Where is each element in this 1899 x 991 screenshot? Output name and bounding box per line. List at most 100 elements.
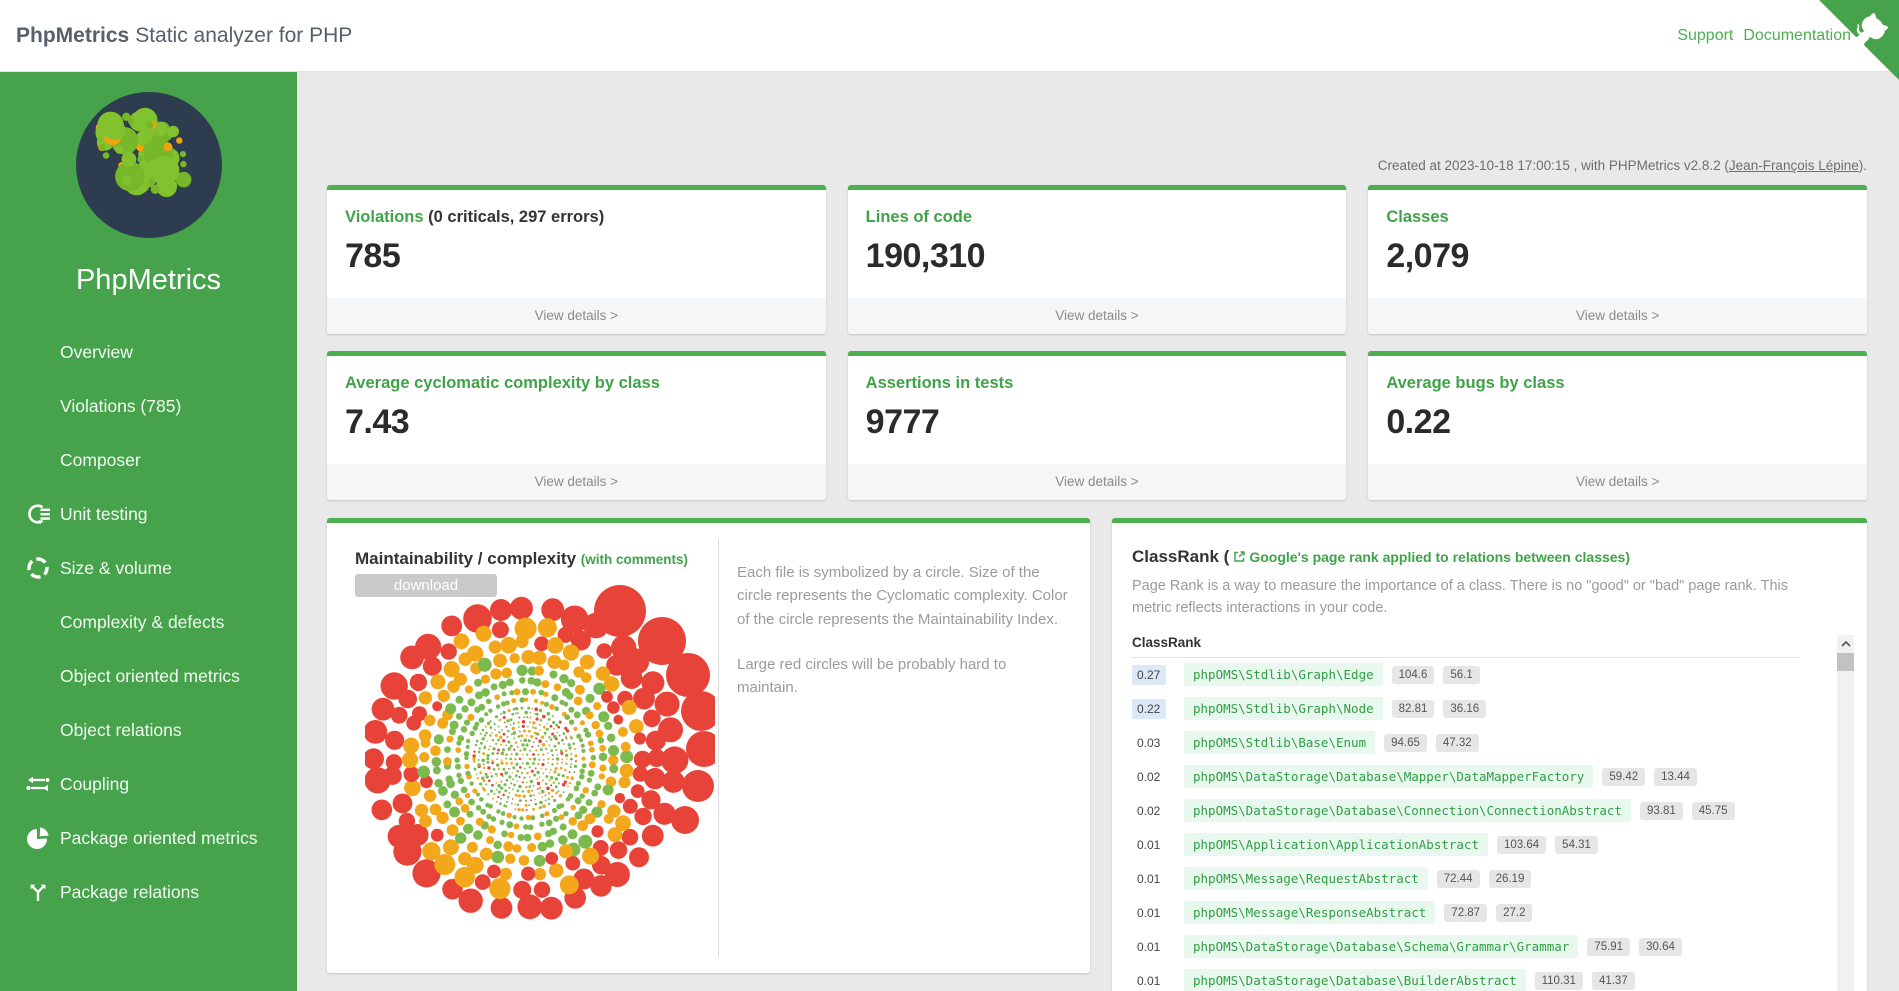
sidebar-nav-item: Coupling [0,757,297,811]
app-brand: PhpMetrics Static analyzer for PHP [16,0,352,72]
metric-badge: 72.87 [1444,904,1487,922]
table-row: 0.01phpOMS\DataStorage\Database\BuilderA… [1132,964,1799,991]
view-details-link[interactable]: View details > [1368,464,1867,500]
class-link[interactable]: phpOMS\DataStorage\Database\BuilderAbstr… [1184,969,1526,991]
scroll-up-button[interactable] [1837,635,1854,652]
table-row: 0.02phpOMS\DataStorage\Database\Mapper\D… [1132,760,1799,794]
classrank-score: 0.03 [1132,733,1166,753]
view-details-link[interactable]: View details > [848,464,1347,500]
metric-badge: 82.81 [1392,700,1435,718]
metric-badge: 75.91 [1587,938,1630,956]
classrank-table-header: ClassRank [1132,635,1799,658]
sidebar-nav-item: Package relations [0,865,297,919]
sidebar-item-unit-testing[interactable]: Unit testing [0,487,297,541]
class-link[interactable]: phpOMS\Stdlib\Graph\Edge [1184,663,1383,686]
sidebar-item-violations[interactable]: Violations (785) [0,379,297,433]
card-body: Lines of code 190,310 [848,190,1347,298]
sidebar-item-label: Size & volume [60,558,172,579]
metric-badge: 110.31 [1535,972,1583,990]
card-title: Average bugs by class [1386,374,1849,393]
sidebar-item-label: Object relations [60,720,182,741]
dashed-circle-icon [25,555,51,581]
classrank-title: ClassRank (Google's page rank applied to… [1132,547,1847,567]
sidebar-item-complexity-defects[interactable]: Complexity & defects [0,595,297,649]
classrank-scrollbar[interactable] [1837,635,1854,991]
view-details-link[interactable]: View details > [1368,298,1867,334]
top-bar: PhpMetrics Static analyzer for PHP Suppo… [0,0,1899,72]
description-paragraph: Large red circles will be probably hard … [737,653,1069,700]
metric-badge: 103.64 [1497,836,1546,854]
class-link[interactable]: phpOMS\DataStorage\Database\Schema\Gramm… [1184,935,1578,958]
card-title-text: Average bugs by class [1386,374,1564,392]
card-body: Violations (0 criticals, 297 errors) 785 [327,190,826,298]
sidebar-item-label: Violations (785) [60,396,181,417]
phpmetrics-logo [76,92,222,238]
table-row: 0.22phpOMS\Stdlib\Graph\Node82.8136.16 [1132,692,1799,726]
sidebar-item-label: Package oriented metrics [60,828,257,849]
sidebar-item-object-oriented-metrics[interactable]: Object oriented metrics [0,649,297,703]
meta-text: Created at 2023-10-18 17:00:15 , with PH… [1378,158,1729,173]
card-title: Classes [1386,208,1849,227]
chevron-up-icon [1841,641,1851,647]
view-details-link[interactable]: View details > [327,298,826,334]
card-title-suffix: (0 criticals, 297 errors) [424,208,605,226]
github-ribbon[interactable] [1819,0,1899,80]
card-title: Violations (0 criticals, 297 errors) [345,208,808,227]
view-details-link[interactable]: View details > [848,298,1347,334]
class-link[interactable]: phpOMS\Application\ApplicationAbstract [1184,833,1488,856]
metric-badge: 30.64 [1639,938,1682,956]
split-arrow-icon [25,879,51,905]
card-title: Assertions in tests [866,374,1329,393]
metric-badge: 26.19 [1489,870,1532,888]
sidebar-nav-item: Complexity & defects [0,595,297,649]
sidebar-item-overview[interactable]: Overview [0,325,297,379]
sidebar-item-label: Unit testing [60,504,148,525]
sidebar-nav-item: Package oriented metrics [0,811,297,865]
table-row: 0.02phpOMS\DataStorage\Database\Connecti… [1132,794,1799,828]
swap-arrows-icon [25,771,51,797]
metric-badge: 72.44 [1437,870,1480,888]
bottom-panels: Maintainability / complexity (with comme… [327,518,1867,991]
card-title-text: Classes [1386,208,1448,226]
table-row: 0.01 phpOMS\Message\RequestAbstract 72.44 2… [1132,862,1799,896]
card-title-text: Average cyclomatic complexity by class [345,374,660,392]
maintainability-bubble-chart[interactable] [365,581,715,953]
author-link[interactable]: Jean-François Lépine [1729,158,1859,173]
sidebar-item-package-oriented-metrics[interactable]: Package oriented metrics [0,811,297,865]
card-avg-bugs-by-class: Average bugs by class 0.22 View details … [1368,351,1867,500]
classrank-table: 0.27phpOMS\Stdlib\Graph\Edge104.656.10.2… [1132,658,1799,991]
class-link[interactable]: phpOMS\Stdlib\Base\Enum [1184,731,1375,754]
with-comments-label: (with comments) [581,552,688,567]
metric-badge: 13.44 [1654,768,1697,786]
pagerank-link[interactable]: Google's page rank applied to relations … [1249,549,1630,565]
support-link[interactable]: Support [1677,27,1733,45]
class-link[interactable]: phpOMS\DataStorage\Database\Connection\C… [1184,799,1631,822]
card-value: 2,079 [1386,237,1849,276]
sidebar-item-label: Overview [60,342,133,363]
card-classes: Classes 2,079 View details > [1368,185,1867,334]
sidebar-item-object-relations[interactable]: Object relations [0,703,297,757]
sidebar-nav-item: Overview [0,325,297,379]
class-link[interactable]: phpOMS\Stdlib\Graph\Node [1184,697,1383,720]
sidebar: PhpMetrics OverviewViolations (785)Compo… [0,72,297,991]
table-row: 0.01phpOMS\Application\ApplicationAbstra… [1132,828,1799,862]
classrank-score: 0.01 [1132,869,1166,889]
metric-badge: 104.6 [1392,666,1435,684]
view-details-link[interactable]: View details > [327,464,826,500]
sidebar-item-label: Package relations [60,882,199,903]
classrank-score: 0.22 [1132,699,1166,719]
sidebar-item-coupling[interactable]: Coupling [0,757,297,811]
scrollbar-thumb[interactable] [1837,653,1854,671]
sidebar-nav-item: Object relations [0,703,297,757]
class-link[interactable]: phpOMS\DataStorage\Database\Mapper\DataM… [1184,765,1593,788]
sidebar-item-size-volume[interactable]: Size & volume [0,541,297,595]
classrank-description: Page Rank is a way to measure the import… [1132,576,1847,620]
sidebar-item-package-relations[interactable]: Package relations [0,865,297,919]
sidebar-item-composer[interactable]: Composer [0,433,297,487]
class-link[interactable]: phpOMS\Message\ResponseAbstract [1184,901,1435,924]
maintainability-description: Each file is symbolized by a circle. Siz… [737,561,1069,699]
metric-badge: 54.31 [1555,836,1598,854]
metric-badge: 94.65 [1384,734,1427,752]
card-title-text: Lines of code [866,208,972,226]
class-link[interactable]: phpOMS\Message\RequestAbstract [1184,867,1428,890]
